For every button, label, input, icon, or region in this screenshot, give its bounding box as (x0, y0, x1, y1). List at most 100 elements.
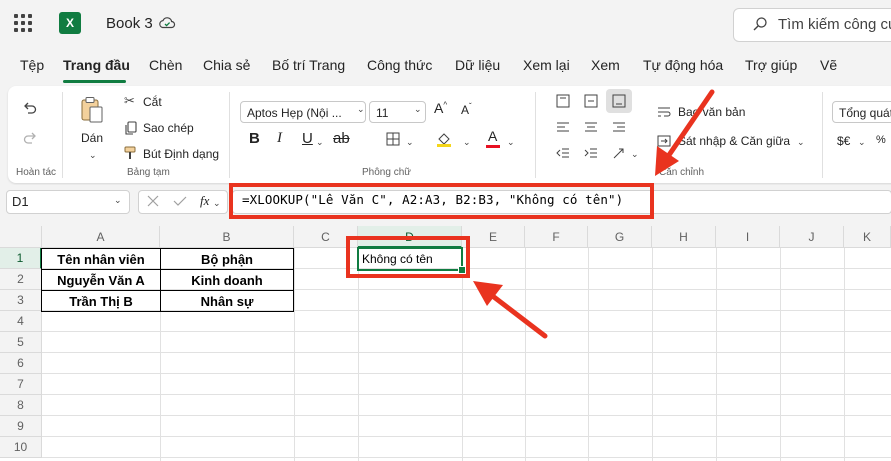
column-header-h[interactable]: H (652, 226, 716, 248)
chevron-down-icon[interactable]: ⌄ (89, 150, 97, 161)
align-center-icon[interactable] (584, 120, 598, 134)
cut-button[interactable]: Cắt (143, 95, 162, 109)
row-header-4[interactable]: 4 (0, 311, 42, 332)
cancel-icon[interactable] (147, 195, 159, 207)
row-header-8[interactable]: 8 (0, 395, 42, 416)
gridline (358, 248, 359, 461)
column-header-b[interactable]: B (160, 226, 294, 248)
bold-icon[interactable]: B (249, 130, 260, 147)
select-all-corner[interactable] (0, 226, 42, 248)
fill-color-icon[interactable] (436, 131, 452, 147)
cell-b1[interactable]: Bộ phận (160, 248, 294, 270)
row-header-1[interactable]: 1 (0, 248, 42, 269)
column-header-g[interactable]: G (588, 226, 652, 248)
tab-review[interactable]: Xem lại (523, 57, 570, 73)
gridline (42, 331, 891, 332)
name-box[interactable]: D1 (6, 190, 130, 214)
chevron-down-icon[interactable]: ⌄ (357, 104, 365, 115)
search-icon (753, 17, 767, 31)
font-name-select[interactable]: Aptos Hẹp (Nội ... (240, 101, 366, 123)
align-left-icon[interactable] (556, 120, 570, 134)
currency-button[interactable]: $€ (837, 134, 850, 148)
redo-icon[interactable] (22, 131, 38, 147)
column-header-j[interactable]: J (780, 226, 844, 248)
row-header-5[interactable]: 5 (0, 332, 42, 353)
orientation-icon[interactable] (612, 146, 626, 160)
strikethrough-icon[interactable]: ab (333, 130, 350, 147)
row-header-10[interactable]: 10 (0, 437, 42, 458)
increase-indent-icon[interactable] (584, 146, 598, 160)
tab-help[interactable]: Trợ giúp (745, 57, 797, 73)
borders-icon[interactable] (386, 132, 400, 146)
active-tab-indicator (63, 80, 126, 83)
align-top-icon[interactable] (556, 94, 570, 108)
chevron-down-icon[interactable]: ⌄ (406, 137, 414, 148)
font-group-label: Phông chữ (362, 167, 411, 178)
column-header-i[interactable]: I (716, 226, 780, 248)
number-format-select[interactable]: Tổng quát (832, 101, 891, 123)
chevron-down-icon[interactable]: ⌄ (631, 149, 639, 160)
column-header-a[interactable]: A (42, 226, 160, 248)
decrease-font-size-icon[interactable]: Aˇ (461, 102, 472, 117)
cell-a3[interactable]: Trần Thị B (41, 290, 161, 312)
formula-highlight-box (229, 183, 654, 219)
italic-icon[interactable]: I (277, 130, 282, 147)
chevron-down-icon[interactable]: ⌄ (858, 137, 866, 148)
cell-b3[interactable]: Nhân sự (160, 290, 294, 312)
chevron-down-icon[interactable]: ⌄ (213, 198, 221, 209)
merge-center-button[interactable]: Sát nhập & Căn giữa (678, 134, 790, 148)
cell-a2[interactable]: Nguyễn Văn A (41, 269, 161, 291)
tab-home[interactable]: Trang đầu (63, 57, 130, 73)
chevron-down-icon[interactable]: ⌄ (797, 137, 805, 148)
row-header-3[interactable]: 3 (0, 290, 42, 311)
row-header-7[interactable]: 7 (0, 374, 42, 395)
row-header-6[interactable]: 6 (0, 353, 42, 374)
percent-button[interactable]: % (876, 134, 886, 146)
decrease-indent-icon[interactable] (556, 146, 570, 160)
workbook-title[interactable]: Book 3 (106, 15, 153, 32)
cell-highlight-box (346, 236, 470, 278)
excel-logo-icon: X (59, 12, 85, 34)
tab-view[interactable]: Xem (591, 57, 620, 73)
copy-button[interactable]: Sao chép (143, 121, 194, 135)
wrap-text-button[interactable]: Bao văn bản (678, 105, 745, 119)
format-painter-button[interactable]: Bút Định dạng (143, 147, 219, 161)
paste-icon[interactable] (79, 96, 105, 124)
row-header-2[interactable]: 2 (0, 269, 42, 290)
increase-font-size-icon[interactable]: A^ (434, 100, 447, 116)
cloud-saved-icon[interactable] (158, 14, 176, 32)
tab-page-layout[interactable]: Bố trí Trang (272, 57, 345, 73)
tab-file[interactable]: Tệp (20, 57, 44, 73)
app-launcher-icon[interactable] (14, 14, 32, 32)
column-header-e[interactable]: E (462, 226, 525, 248)
ribbon-separator (822, 92, 823, 178)
align-middle-icon[interactable] (584, 94, 598, 108)
paste-button[interactable]: Dán (81, 131, 103, 145)
enter-check-icon[interactable] (173, 195, 187, 207)
undo-icon[interactable] (22, 101, 38, 117)
gridline (42, 352, 891, 353)
chevron-down-icon[interactable]: ⌄ (463, 137, 471, 148)
chevron-down-icon[interactable]: ⌄ (507, 137, 515, 148)
insert-function-icon[interactable]: fx (200, 193, 209, 209)
tab-insert[interactable]: Chèn (149, 57, 182, 73)
tab-share[interactable]: Chia sẻ (203, 57, 250, 73)
align-right-icon[interactable] (612, 120, 626, 134)
tab-formulas[interactable]: Công thức (367, 57, 432, 73)
chevron-down-icon[interactable]: ⌄ (414, 104, 422, 115)
chevron-down-icon[interactable]: ⌄ (114, 195, 122, 206)
cell-a1[interactable]: Tên nhân viên (41, 248, 161, 270)
gridline (294, 248, 295, 461)
gridline (525, 248, 526, 461)
tab-data[interactable]: Dữ liệu (455, 57, 500, 73)
column-header-k[interactable]: K (844, 226, 891, 248)
cell-b2[interactable]: Kinh doanh (160, 269, 294, 291)
tab-draw[interactable]: Vẽ (820, 57, 837, 73)
tab-automate[interactable]: Tự động hóa (643, 57, 723, 73)
chevron-down-icon[interactable]: ⌄ (316, 137, 324, 148)
search-input[interactable]: Tìm kiếm công cụ, (778, 16, 891, 33)
column-header-f[interactable]: F (525, 226, 588, 248)
underline-icon[interactable]: U (302, 130, 313, 147)
row-header-9[interactable]: 9 (0, 416, 42, 437)
font-color-icon[interactable]: A (488, 128, 497, 144)
